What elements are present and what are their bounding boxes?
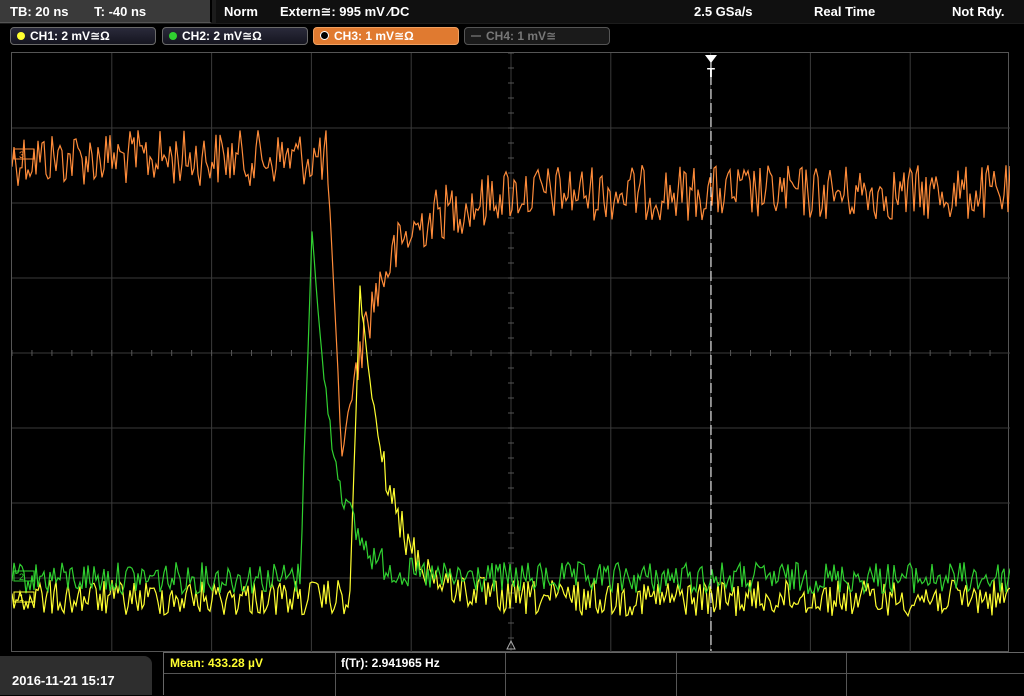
frequency-measurement: f(Tr): 2.941965 Hz bbox=[341, 656, 440, 670]
channel-3-label: CH3: 1 mV≅Ω bbox=[334, 29, 414, 43]
measurement-col-divider bbox=[505, 653, 506, 696]
acquisition-mode: Real Time bbox=[814, 4, 876, 19]
trigger-source[interactable]: Extern≅: 995 mV ⁄DC bbox=[280, 0, 409, 23]
trigger-marker-label: T bbox=[707, 65, 715, 80]
channel-2-label: CH2: 2 mV≅Ω bbox=[182, 29, 262, 43]
sample-rate: 2.5 GSa/s bbox=[694, 4, 753, 19]
channel-4-label: CH4: 1 mV≅ bbox=[486, 29, 557, 43]
svg-text:3: 3 bbox=[19, 150, 24, 160]
graticule bbox=[12, 53, 1010, 653]
channel-4-chip[interactable]: CH4: 1 mV≅ bbox=[464, 27, 610, 45]
timebase-box[interactable]: TB: 20 ns T: -40 ns bbox=[0, 0, 212, 23]
channel-row: CH1: 2 mV≅Ω CH2: 2 mV≅Ω CH3: 1 mV≅Ω CH4:… bbox=[0, 24, 1024, 49]
measurement-col-divider bbox=[676, 653, 677, 696]
status-bar: Norm Extern≅: 995 mV ⁄DC 2.5 GSa/s Real … bbox=[216, 0, 1024, 23]
measurement-col-divider bbox=[846, 653, 847, 696]
measurement-divider bbox=[164, 673, 1024, 674]
channel-3-dot-icon bbox=[320, 31, 329, 40]
svg-text:2: 2 bbox=[19, 572, 24, 582]
trigger-offset-label: T: -40 ns bbox=[94, 4, 147, 19]
trigger-mode[interactable]: Norm bbox=[224, 0, 258, 23]
channel-4-dash-icon bbox=[471, 35, 481, 37]
measurement-col-divider bbox=[335, 653, 336, 696]
channel-3-chip[interactable]: CH3: 1 mV≅Ω bbox=[313, 27, 459, 45]
channel-2-chip[interactable]: CH2: 2 mV≅Ω bbox=[162, 27, 308, 45]
mean-measurement: Mean: 433.28 µV bbox=[170, 656, 263, 670]
channel-1-chip[interactable]: CH1: 2 mV≅Ω bbox=[10, 27, 156, 45]
svg-text:1: 1 bbox=[19, 593, 24, 603]
trigger-position-icon[interactable] bbox=[705, 55, 717, 63]
bottom-bar: 2016-11-21 15:17 Mean: 433.28 µV f(Tr): … bbox=[0, 652, 1024, 696]
channel-3-offset-marker[interactable]: 3 bbox=[13, 148, 35, 160]
measurement-panel[interactable]: Mean: 433.28 µV f(Tr): 2.941965 Hz bbox=[163, 652, 1024, 696]
channel-1-label: CH1: 2 mV≅Ω bbox=[30, 29, 110, 43]
channel-1-dot-icon bbox=[17, 32, 25, 40]
timebase-label: TB: 20 ns bbox=[10, 4, 69, 19]
datetime-label: 2016-11-21 15:17 bbox=[12, 673, 115, 688]
channel-2-dot-icon bbox=[169, 32, 177, 40]
waveform-display[interactable]: T 3 2 1 bbox=[11, 52, 1010, 653]
top-bar: TB: 20 ns T: -40 ns Norm Extern≅: 995 mV… bbox=[0, 0, 1024, 24]
datetime-box: 2016-11-21 15:17 bbox=[0, 656, 152, 695]
acquisition-state: Not Rdy. bbox=[952, 4, 1005, 19]
waveform-svg: T 3 2 1 bbox=[12, 53, 1010, 653]
